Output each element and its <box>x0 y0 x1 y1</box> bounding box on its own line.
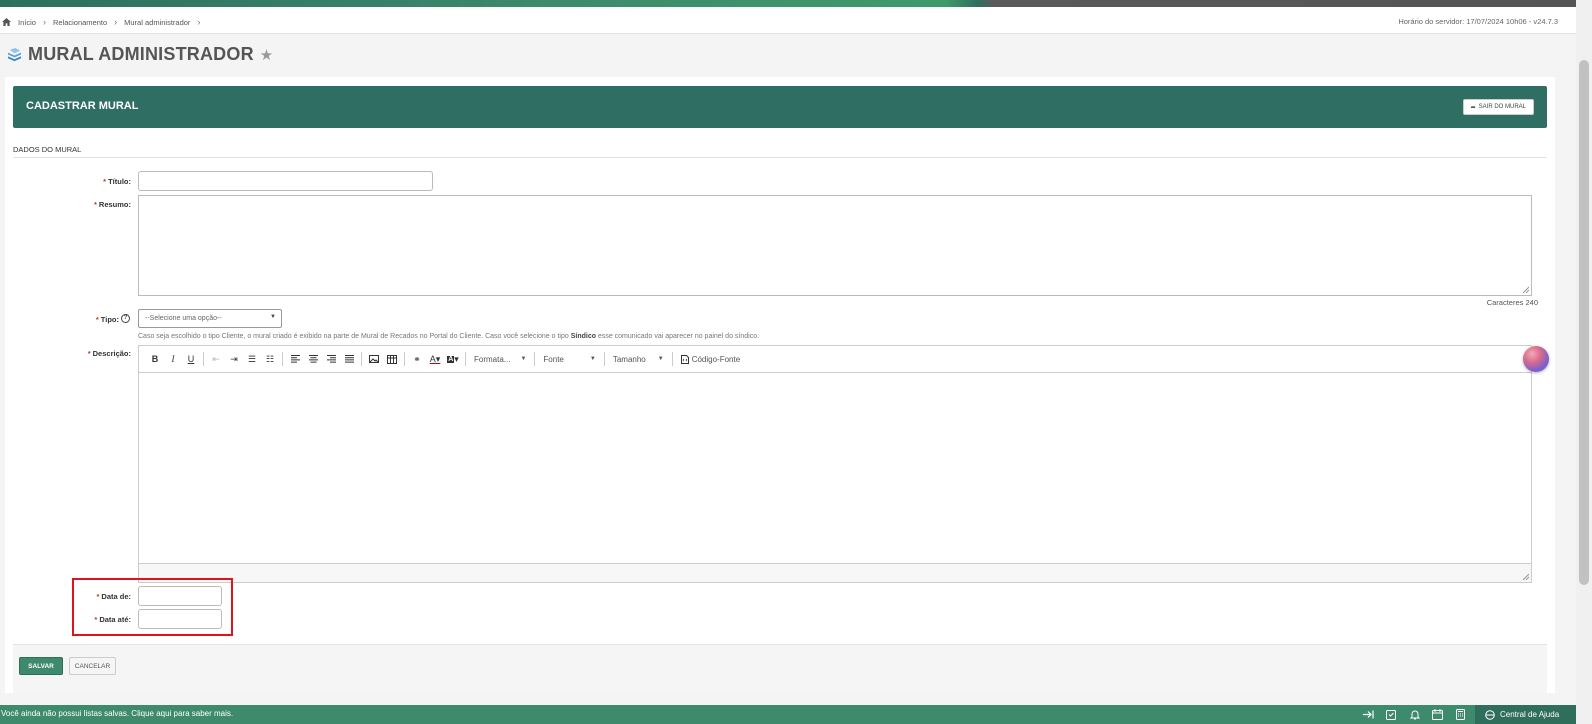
section-divider <box>13 157 1547 158</box>
align-right-icon[interactable] <box>323 351 339 367</box>
numbered-list-icon[interactable]: ☰ <box>244 351 260 367</box>
toolbar-separator <box>282 352 283 366</box>
help-center-button[interactable]: Central de Ajuda <box>1475 705 1576 724</box>
section-label: DADOS DO MURAL <box>13 145 82 154</box>
table-icon[interactable] <box>384 351 400 367</box>
text-color-icon[interactable]: A▾ <box>427 351 443 367</box>
scrollbar-thumb[interactable] <box>1579 60 1589 585</box>
top-color-stripe <box>0 0 1576 7</box>
size-dropdown[interactable]: Tamanho ▼ <box>609 351 668 367</box>
resumo-textarea[interactable] <box>138 195 1532 296</box>
page-scrollbar[interactable] <box>1576 0 1592 724</box>
date-fields-highlight <box>72 578 233 636</box>
saved-lists-message[interactable]: Você ainda não possui listas salvas. Cli… <box>1 709 233 718</box>
form-actions-area <box>13 644 1547 693</box>
align-justify-icon[interactable] <box>341 351 357 367</box>
bottom-bar: Você ainda não possui listas salvas. Cli… <box>0 705 1576 724</box>
resumo-label: * Resumo: <box>93 200 131 209</box>
dropdown-arrow-icon: ▼ <box>657 356 664 362</box>
page-title-row: MURAL ADMINISTRADOR ★ <box>7 44 273 65</box>
tipo-label: * Tipo: <box>95 315 119 324</box>
panel-header: CADASTRAR MURAL ➦ SAIR DO MURAL <box>13 86 1547 128</box>
toolbar-separator <box>534 352 536 366</box>
required-mark: * <box>103 177 107 186</box>
font-dropdown[interactable]: Fonte ▼ <box>539 351 599 367</box>
dropdown-arrow-icon: ▼ <box>520 356 527 362</box>
breadcrumb-item-relacionamento[interactable]: Relacionamento <box>53 18 107 27</box>
help-lifebuoy-icon <box>1485 709 1495 720</box>
editor-toolbar: B I U ⇤ ⇥ ☰ ☷ ⚭ A▾ A ▾ Formata... ▼ Font… <box>139 346 1531 373</box>
dropdown-arrow-icon: ▼ <box>270 314 276 320</box>
save-button[interactable]: SALVAR <box>19 657 63 675</box>
link-icon[interactable]: ⚭ <box>409 351 425 367</box>
source-code-button[interactable]: Código-Fonte <box>677 351 744 367</box>
source-code-icon <box>680 354 689 364</box>
background-color-icon[interactable]: A ▾ <box>445 351 461 367</box>
home-icon[interactable] <box>2 18 11 26</box>
calculator-icon[interactable] <box>1453 707 1468 722</box>
italic-icon[interactable]: I <box>165 351 181 367</box>
toolbar-separator <box>465 352 466 366</box>
bottom-bar-icons <box>1361 707 1468 722</box>
titulo-input[interactable] <box>138 171 433 191</box>
rich-text-editor[interactable]: B I U ⇤ ⇥ ☰ ☷ ⚭ A▾ A ▾ Formata... ▼ Font… <box>138 345 1532 583</box>
page-title: MURAL ADMINISTRADOR <box>28 44 254 64</box>
image-icon[interactable] <box>366 351 382 367</box>
breadcrumb: Início › Relacionamento › Mural administ… <box>2 17 200 27</box>
chevron-right-icon: › <box>114 17 118 27</box>
help-question-icon[interactable]: ? <box>121 314 130 323</box>
descricao-label: * Descrição: <box>87 349 131 358</box>
character-counter: Caracteres 240 <box>1486 298 1538 307</box>
breadcrumb-bar: Início › Relacionamento › Mural administ… <box>0 7 1576 34</box>
required-mark: * <box>93 200 97 209</box>
form-panel: CADASTRAR MURAL ➦ SAIR DO MURAL DADOS DO… <box>5 77 1555 693</box>
share-arrow-icon: ➦ <box>1470 104 1476 111</box>
align-left-icon[interactable] <box>287 351 303 367</box>
toolbar-separator <box>404 352 405 366</box>
bell-icon[interactable] <box>1407 707 1422 722</box>
required-mark: * <box>95 315 99 324</box>
bold-icon[interactable]: B <box>147 351 163 367</box>
calendar-icon[interactable] <box>1430 707 1445 722</box>
collapse-arrow-icon[interactable] <box>1361 707 1376 722</box>
toolbar-separator <box>361 352 362 366</box>
resize-grip-icon[interactable] <box>1522 573 1529 580</box>
align-center-icon[interactable] <box>305 351 321 367</box>
outdent-icon[interactable]: ⇤ <box>208 351 224 367</box>
exit-mural-label: SAIR DO MURAL <box>1478 104 1526 110</box>
assistant-orb-icon[interactable] <box>1523 346 1549 372</box>
exit-mural-button[interactable]: ➦ SAIR DO MURAL <box>1462 99 1534 115</box>
titulo-label: * Título: <box>103 177 131 186</box>
tipo-hint-bold: Síndico <box>570 333 596 340</box>
indent-icon[interactable]: ⇥ <box>226 351 242 367</box>
chevron-right-icon: › <box>197 17 201 27</box>
editor-content-area[interactable] <box>139 373 1531 564</box>
toolbar-separator <box>671 352 673 366</box>
cancel-button[interactable]: CANCELAR <box>69 657 116 675</box>
resize-grip-icon[interactable] <box>1522 286 1529 293</box>
breadcrumb-item-mural-administrador[interactable]: Mural administrador <box>124 18 190 27</box>
format-dropdown[interactable]: Formata... ▼ <box>470 351 530 367</box>
tipo-select-value: --Selecione uma opção-- <box>145 315 222 322</box>
tipo-select[interactable]: --Selecione uma opção-- ▼ <box>138 309 282 328</box>
toolbar-separator <box>603 352 605 366</box>
breadcrumb-item-inicio[interactable]: Início <box>18 18 36 27</box>
toolbar-separator <box>203 352 204 366</box>
chevron-right-icon: › <box>42 17 46 27</box>
tipo-hint: Caso seja escolhido o tipo Cliente, o mu… <box>138 333 760 340</box>
calendar-check-icon[interactable] <box>1384 707 1399 722</box>
bulleted-list-icon[interactable]: ☷ <box>262 351 278 367</box>
favorite-star-icon[interactable]: ★ <box>260 46 273 64</box>
required-mark: * <box>87 349 91 358</box>
underline-icon[interactable]: U <box>183 351 199 367</box>
server-time: Horário do servidor: 17/07/2024 10h06 - … <box>1398 17 1558 26</box>
books-icon <box>7 47 22 61</box>
editor-status-bar <box>139 563 1531 582</box>
help-center-label: Central de Ajuda <box>1500 710 1560 719</box>
dropdown-arrow-icon: ▼ <box>589 356 596 362</box>
panel-title: CADASTRAR MURAL <box>26 100 139 112</box>
